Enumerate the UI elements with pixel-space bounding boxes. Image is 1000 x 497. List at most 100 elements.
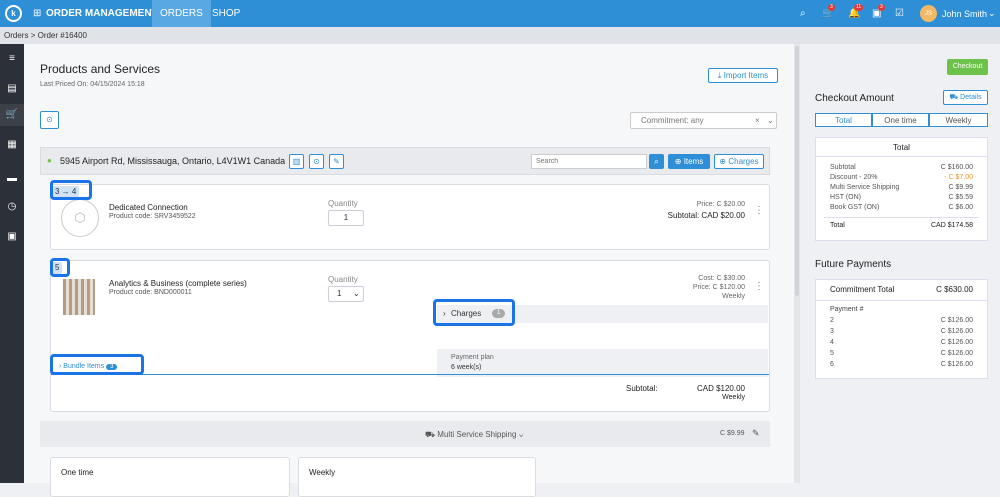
future-payments-title: Future Payments (815, 259, 892, 270)
product-code-value: BND000011 (154, 289, 192, 296)
item-name[interactable]: Analytics & Business (complete series) (109, 279, 247, 288)
chat-icon[interactable]: ▬ (0, 168, 24, 190)
item-name[interactable]: Dedicated Connection (109, 203, 188, 212)
cart-icon[interactable]: 🛒 3 (822, 4, 835, 19)
one-time-card: One time (50, 457, 290, 497)
last-priced-label: Last Priced On: (40, 81, 89, 88)
cart-icon[interactable]: 🛒 (0, 104, 24, 126)
total-label: Total (830, 222, 845, 229)
items-button[interactable]: ⊕ Items (668, 154, 710, 169)
tasks-badge: 3 (878, 4, 885, 11)
location-icon[interactable]: ⊙ (309, 154, 324, 169)
breadcrumb-orders[interactable]: Orders (4, 31, 28, 40)
more-options-icon[interactable]: ⋮ (754, 281, 764, 292)
subtotal-value: CAD $120.00 (696, 384, 745, 393)
item-price: Price: C $20.00 (696, 201, 745, 208)
avatar[interactable]: JS (920, 5, 937, 22)
import-items-button[interactable]: ⤓ Import Items (708, 68, 778, 83)
payment-number: 3 (830, 328, 834, 335)
commitment-value: Commitment: any (641, 116, 704, 125)
summary-row-label: Subtotal (830, 164, 856, 171)
checkout-button[interactable]: Checkout (947, 59, 988, 75)
calendar-icon[interactable]: ▣ (0, 226, 24, 248)
weekly-title: Weekly (309, 468, 336, 477)
summary-row-label: HST (ON) (830, 194, 861, 201)
shipping-toggle[interactable]: ⛟ Multi Service Shipping ⌄ (425, 430, 524, 440)
location-pin-button[interactable]: ⊙ (40, 111, 59, 129)
scrollbar-thumb[interactable] (795, 46, 799, 296)
bell-icon[interactable]: 🔔 11 (848, 4, 864, 19)
summary-row-value: C $5.59 (948, 194, 973, 201)
nav-orders[interactable]: ORDERS (152, 0, 211, 27)
product-code-value: SRV3459522 (154, 213, 196, 220)
page-title: Products and Services (40, 62, 161, 76)
summary-row-label: Multi Service Shipping (830, 184, 900, 191)
summary-row-label: Book GST (ON) (830, 204, 880, 211)
tasks-icon[interactable]: ▣ 3 (872, 4, 885, 19)
location-address: 5945 Airport Rd, Mississauga, Ontario, L… (60, 156, 286, 166)
payment-plan-value: 6 week(s) (451, 364, 482, 371)
tab-one-time[interactable]: One time (872, 113, 929, 127)
charges-button-label: Charges (728, 157, 759, 166)
app-title[interactable]: ORDER MANAGEMENT (46, 8, 158, 19)
highlight-box (433, 299, 515, 326)
nav-shop[interactable]: SHOP (204, 0, 248, 27)
divider (816, 156, 987, 157)
chevron-down-icon: ⌄ (353, 289, 360, 298)
product-thumbnail (63, 279, 95, 315)
product-code-label: Product code: (109, 213, 153, 220)
menu-icon[interactable]: ≡ (0, 48, 24, 70)
payment-amount: C $126.00 (940, 317, 973, 324)
box-icon: ⬡ (61, 199, 99, 237)
subtotal-frequency: Weekly (722, 394, 745, 401)
search-icon[interactable]: ⌕ (800, 8, 806, 19)
commitment-total-value: C $630.00 (936, 285, 973, 294)
close-icon[interactable]: × (755, 113, 760, 128)
clock-icon[interactable]: ◷ (0, 196, 24, 218)
edit-icon[interactable]: ✎ (752, 428, 760, 439)
commitment-select[interactable]: Commitment: any × ⌄ (630, 112, 777, 129)
breadcrumb-current: Order #16400 (37, 31, 87, 40)
product-code-label: Product code: (109, 289, 153, 296)
calendar-check-icon[interactable]: ☑ (895, 8, 904, 19)
tab-weekly[interactable]: Weekly (929, 113, 988, 127)
grid-icon[interactable]: ⊞ (33, 8, 41, 19)
document-icon[interactable]: ▤ (0, 78, 24, 100)
app-logo[interactable]: k (5, 5, 22, 22)
totals-box-title: Total (893, 143, 910, 152)
payment-number: 6 (830, 361, 834, 368)
checkout-amount-title: Checkout Amount (815, 93, 894, 104)
chevron-down-icon[interactable]: ⌄ (767, 113, 774, 128)
clipboard-icon[interactable]: ▦ (0, 134, 24, 156)
sidebar: ≡ ▤ 🛒 ▦ ▬ ◷ ▣ (0, 44, 24, 483)
quantity-label: Quantity (328, 199, 358, 208)
chevron-down-icon[interactable]: ⌄ (988, 8, 996, 19)
edit-icon[interactable]: ✎ (329, 154, 344, 169)
import-items-label: Import Items (723, 71, 769, 80)
product-code: Product code: BND000011 (109, 289, 192, 296)
line-item-card: ⬡ Dedicated Connection Product code: SRV… (50, 184, 770, 250)
quantity-input[interactable]: 1 (328, 210, 364, 226)
divider (816, 300, 987, 301)
total-value: CAD $174.58 (930, 222, 973, 229)
last-priced: Last Priced On: 04/15/2024 15:18 (40, 81, 145, 88)
search-button[interactable]: ⌕ (649, 154, 664, 169)
more-options-icon[interactable]: ⋮ (754, 205, 764, 216)
details-label: Details (960, 94, 982, 101)
totals-box: Total Subtotal C $160.00 Discount - 20% … (815, 137, 988, 241)
payment-amount: C $126.00 (940, 328, 973, 335)
details-button[interactable]: ⛟ Details (943, 90, 988, 105)
summary-row-label: Discount - 20% (830, 174, 878, 181)
highlight-box (50, 258, 70, 277)
tab-total[interactable]: Total (815, 113, 872, 127)
user-name[interactable]: John Smith (942, 9, 987, 19)
search-input[interactable] (531, 154, 647, 169)
payment-amount: C $126.00 (940, 361, 973, 368)
checkout-panel: Checkout Checkout Amount ⛟ Details Total… (800, 44, 1000, 483)
building-icon[interactable]: ▥ (289, 154, 304, 169)
quantity-select[interactable]: 1 ⌄ (328, 286, 364, 302)
breadcrumb: Orders > Order #16400 (0, 27, 1000, 44)
cart-badge: 3 (828, 4, 835, 11)
summary-row-value: - C $7.00 (944, 174, 973, 181)
charges-button[interactable]: ⊕ Charges (714, 154, 764, 169)
